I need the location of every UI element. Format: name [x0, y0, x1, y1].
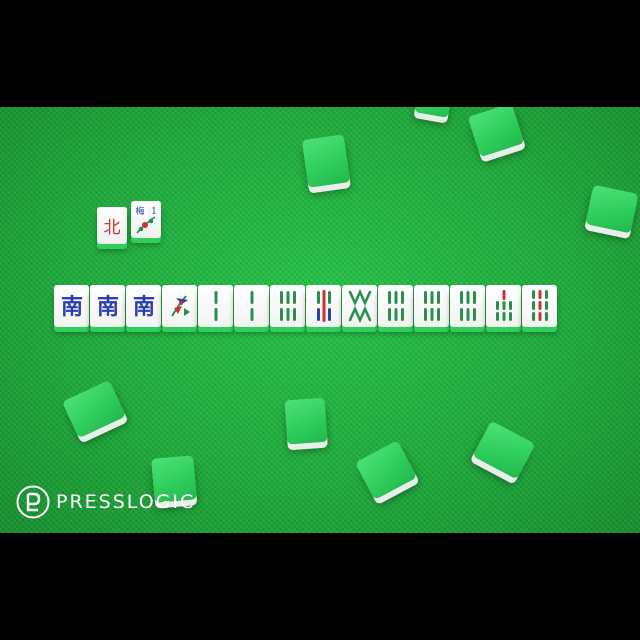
bamboo-icon [459, 291, 476, 321]
five-bamboo-tile [306, 285, 341, 327]
bamboo-icon [348, 288, 371, 324]
north-wind-glyph: 北 [104, 218, 121, 238]
bamboo-icon [495, 290, 512, 321]
eight-bamboo-tile [342, 285, 377, 327]
south-wind-glyph: 南 [132, 294, 154, 320]
bamboo-icon [531, 290, 548, 321]
bamboo-icon [387, 291, 404, 321]
six-bamboo-tile [450, 285, 485, 327]
nine-bamboo-tile [522, 285, 557, 327]
face-down-tile [414, 107, 452, 118]
plum-flower-glyph: 梅 1 [135, 205, 157, 234]
north-wind-tile: 北 [97, 207, 127, 244]
south-wind-tile: 南 [126, 285, 161, 327]
bamboo-icon [214, 291, 217, 321]
one-bamboo-bird-tile [162, 285, 197, 327]
south-wind-glyph: 南 [96, 294, 118, 320]
presslogic-logo-icon [16, 485, 50, 519]
letterbox-bottom [0, 533, 640, 640]
svg-text:梅: 梅 [135, 205, 144, 217]
plum-flower-tile: 梅 1 [131, 201, 161, 238]
seven-bamboo-tile [486, 285, 521, 327]
svg-text:1: 1 [151, 207, 157, 217]
face-down-tile [301, 134, 351, 188]
six-bamboo-tile [378, 285, 413, 327]
six-bamboo-tile [270, 285, 305, 327]
presslogic-logo: PRESSLOGIC [16, 485, 195, 519]
face-down-tile [354, 440, 418, 500]
face-down-tile [284, 397, 328, 445]
south-wind-tile: 南 [90, 285, 125, 327]
six-bamboo-tile [414, 285, 449, 327]
svg-text:南: 南 [132, 294, 154, 320]
two-bamboo-tile [198, 285, 233, 327]
face-down-tile [467, 107, 525, 158]
two-bamboo-tile [234, 285, 269, 327]
bamboo-icon [279, 291, 296, 321]
presslogic-wordmark: PRESSLOGIC [56, 491, 196, 513]
bamboo-icon [423, 291, 440, 321]
svg-text:南: 南 [60, 294, 82, 320]
south-wind-tile: 南 [54, 285, 89, 327]
bamboo-icon [250, 291, 253, 321]
face-down-tile [472, 420, 536, 480]
bamboo-icon [316, 290, 331, 322]
svg-text:北: 北 [104, 218, 121, 238]
face-down-tile [585, 184, 639, 234]
south-wind-glyph: 南 [60, 294, 82, 320]
bird-icon [170, 295, 190, 317]
face-down-tile [61, 379, 127, 439]
letterbox-top [0, 0, 640, 107]
svg-text:南: 南 [96, 294, 118, 320]
